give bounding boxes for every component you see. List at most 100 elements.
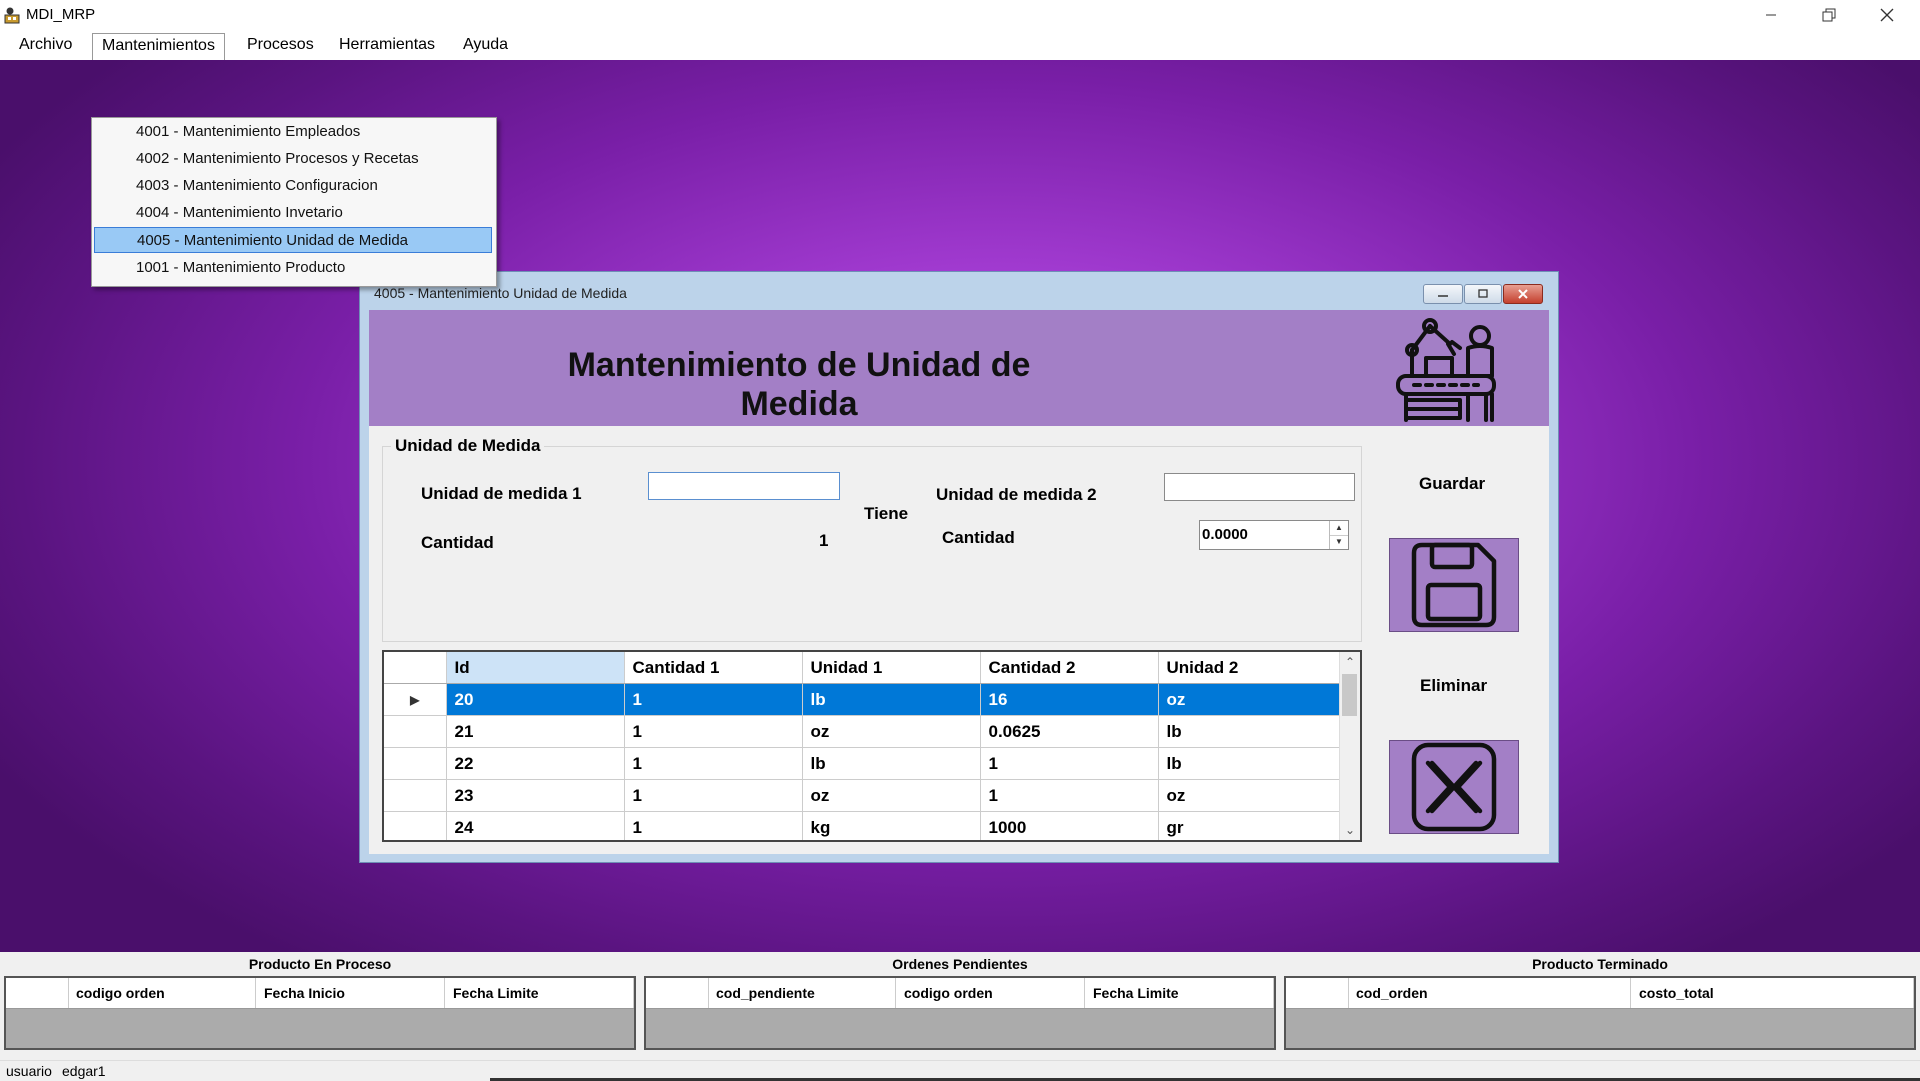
menu-procesos[interactable]: Procesos bbox=[238, 33, 323, 57]
cell-id[interactable]: 21 bbox=[446, 715, 625, 748]
cell-cantidad1[interactable]: 1 bbox=[624, 747, 803, 780]
cell-cantidad1[interactable]: 1 bbox=[624, 683, 803, 716]
app-icon bbox=[4, 7, 20, 24]
cell-cantidad2[interactable]: 1 bbox=[980, 779, 1159, 812]
column-header[interactable]: costo_total bbox=[1631, 978, 1914, 1008]
grid-header-row: cod_pendiente codigo orden Fecha Limite bbox=[646, 978, 1274, 1009]
cell-cantidad2[interactable]: 1000 bbox=[980, 811, 1159, 840]
column-header-cantidad2[interactable]: Cantidad 2 bbox=[980, 652, 1159, 684]
grid-vertical-scrollbar[interactable]: ⌃ ⌄ bbox=[1339, 652, 1360, 840]
column-header-id[interactable]: Id bbox=[446, 652, 625, 684]
form-header-title: Mantenimiento de Unidad de Medida bbox=[567, 346, 1031, 423]
cell-id[interactable]: 23 bbox=[446, 779, 625, 812]
unidad1-input[interactable] bbox=[648, 472, 840, 500]
child-window-title: 4005 - Mantenimiento Unidad de Medida bbox=[374, 285, 627, 301]
unidad2-input[interactable] bbox=[1164, 473, 1355, 501]
child-close-button[interactable] bbox=[1503, 284, 1543, 304]
menu-herramientas[interactable]: Herramientas bbox=[330, 33, 444, 57]
cell-unidad2[interactable]: oz bbox=[1158, 779, 1341, 812]
table-row[interactable]: ▶ 20 1 lb 16 oz bbox=[384, 683, 1341, 716]
menu-item-4005[interactable]: 4005 - Mantenimiento Unidad de Medida bbox=[94, 227, 492, 253]
cell-id[interactable]: 22 bbox=[446, 747, 625, 780]
cell-unidad1[interactable]: kg bbox=[802, 811, 981, 840]
cell-unidad2[interactable]: gr bbox=[1158, 811, 1341, 840]
row-header[interactable] bbox=[384, 715, 447, 748]
unidad-medida-window: 4005 - Mantenimiento Unidad de Medida Ma… bbox=[359, 271, 1559, 863]
row-header[interactable] bbox=[384, 779, 447, 812]
row-header[interactable] bbox=[384, 811, 447, 840]
cell-id[interactable]: 24 bbox=[446, 811, 625, 840]
table-row[interactable]: 21 1 oz 0.0625 lb bbox=[384, 715, 1341, 748]
cell-cantidad1[interactable]: 1 bbox=[624, 811, 803, 840]
chevron-up-icon[interactable]: ⌃ bbox=[1340, 652, 1360, 672]
child-maximize-button[interactable] bbox=[1464, 284, 1502, 304]
column-header[interactable]: Fecha Inicio bbox=[256, 978, 445, 1008]
cell-unidad2[interactable]: oz bbox=[1158, 683, 1341, 716]
column-header[interactable]: cod_pendiente bbox=[708, 978, 896, 1008]
cantidad1-label: Cantidad bbox=[421, 533, 494, 552]
menu-item-4002[interactable]: 4002 - Mantenimiento Procesos y Recetas bbox=[94, 146, 492, 172]
unidades-grid[interactable]: Id Cantidad 1 Unidad 1 Cantidad 2 Unidad… bbox=[382, 650, 1362, 842]
menu-item-4004[interactable]: 4004 - Mantenimiento Invetario bbox=[94, 200, 492, 226]
cell-unidad1[interactable]: lb bbox=[802, 747, 981, 780]
table-row[interactable]: 24 1 kg 1000 gr bbox=[384, 811, 1341, 840]
restore-icon bbox=[1822, 8, 1836, 22]
menu-item-4001[interactable]: 4001 - Mantenimiento Empleados bbox=[94, 119, 492, 145]
menu-mantenimientos[interactable]: Mantenimientos bbox=[92, 33, 225, 60]
eliminar-label: Eliminar bbox=[1420, 676, 1488, 695]
cell-unidad1[interactable]: oz bbox=[802, 715, 981, 748]
cantidad2-numeric[interactable]: 0.0000 ▲ ▼ bbox=[1199, 520, 1349, 550]
cell-unidad1[interactable]: lb bbox=[802, 683, 981, 716]
guardar-button[interactable] bbox=[1389, 538, 1519, 632]
row-header[interactable] bbox=[384, 747, 447, 780]
column-header[interactable]: codigo orden bbox=[896, 978, 1085, 1008]
restore-button[interactable] bbox=[1800, 0, 1858, 30]
close-button[interactable] bbox=[1858, 0, 1916, 30]
chevron-down-icon[interactable]: ⌄ bbox=[1340, 820, 1360, 840]
cell-cantidad1[interactable]: 1 bbox=[624, 779, 803, 812]
spin-up-button[interactable]: ▲ bbox=[1330, 521, 1348, 536]
column-header-unidad1[interactable]: Unidad 1 bbox=[802, 652, 981, 684]
form-header: Mantenimiento de Unidad de Medida bbox=[369, 310, 1549, 426]
column-header[interactable]: codigo orden bbox=[68, 978, 256, 1008]
eliminar-button[interactable] bbox=[1389, 740, 1519, 834]
table-row[interactable]: 22 1 lb 1 lb bbox=[384, 747, 1341, 780]
cantidad2-value: 0.0000 bbox=[1202, 526, 1248, 543]
table-row[interactable]: 23 1 oz 1 oz bbox=[384, 779, 1341, 812]
cell-unidad2[interactable]: lb bbox=[1158, 715, 1341, 748]
producto-terminado-title: Producto Terminado bbox=[1532, 956, 1668, 972]
menu-item-1001[interactable]: 1001 - Mantenimiento Producto bbox=[94, 255, 492, 281]
column-header[interactable]: Fecha Limite bbox=[445, 978, 634, 1008]
floppy-save-icon bbox=[1411, 542, 1497, 628]
menu-archivo[interactable]: Archivo bbox=[10, 33, 81, 57]
column-header-unidad2[interactable]: Unidad 2 bbox=[1158, 652, 1341, 684]
minimize-icon bbox=[1766, 14, 1776, 16]
cell-id[interactable]: 20 bbox=[446, 683, 625, 716]
menu-ayuda[interactable]: Ayuda bbox=[454, 33, 517, 57]
producto-en-proceso-grid[interactable]: codigo orden Fecha Inicio Fecha Limite bbox=[4, 976, 636, 1050]
close-icon bbox=[1518, 289, 1528, 299]
minimize-button[interactable] bbox=[1742, 0, 1800, 30]
cell-unidad1[interactable]: oz bbox=[802, 779, 981, 812]
factory-worker-icon bbox=[1396, 318, 1496, 422]
child-minimize-button[interactable] bbox=[1423, 284, 1463, 304]
column-header[interactable]: cod_orden bbox=[1348, 978, 1631, 1008]
cell-cantidad2[interactable]: 1 bbox=[980, 747, 1159, 780]
tiene-label: Tiene bbox=[864, 504, 909, 523]
menu-item-4003[interactable]: 4003 - Mantenimiento Configuracion bbox=[94, 173, 492, 199]
menubar: Archivo Mantenimientos Procesos Herramie… bbox=[0, 30, 1920, 60]
column-header[interactable]: Fecha Limite bbox=[1085, 978, 1274, 1008]
cell-cantidad2[interactable]: 16 bbox=[980, 683, 1159, 716]
scrollbar-thumb[interactable] bbox=[1342, 674, 1357, 716]
column-header-cantidad1[interactable]: Cantidad 1 bbox=[624, 652, 803, 684]
ordenes-pendientes-grid[interactable]: cod_pendiente codigo orden Fecha Limite bbox=[644, 976, 1276, 1050]
row-selector-arrow-icon: ▶ bbox=[384, 683, 447, 716]
cell-unidad2[interactable]: lb bbox=[1158, 747, 1341, 780]
cell-cantidad1[interactable]: 1 bbox=[624, 715, 803, 748]
grid-header-row: codigo orden Fecha Inicio Fecha Limite bbox=[6, 978, 634, 1009]
producto-terminado-grid[interactable]: cod_orden costo_total bbox=[1284, 976, 1916, 1050]
spin-down-button[interactable]: ▼ bbox=[1330, 535, 1348, 549]
cell-cantidad2[interactable]: 0.0625 bbox=[980, 715, 1159, 748]
status-user-value: edgar1 bbox=[62, 1063, 106, 1079]
grid-corner-header bbox=[646, 978, 709, 1008]
